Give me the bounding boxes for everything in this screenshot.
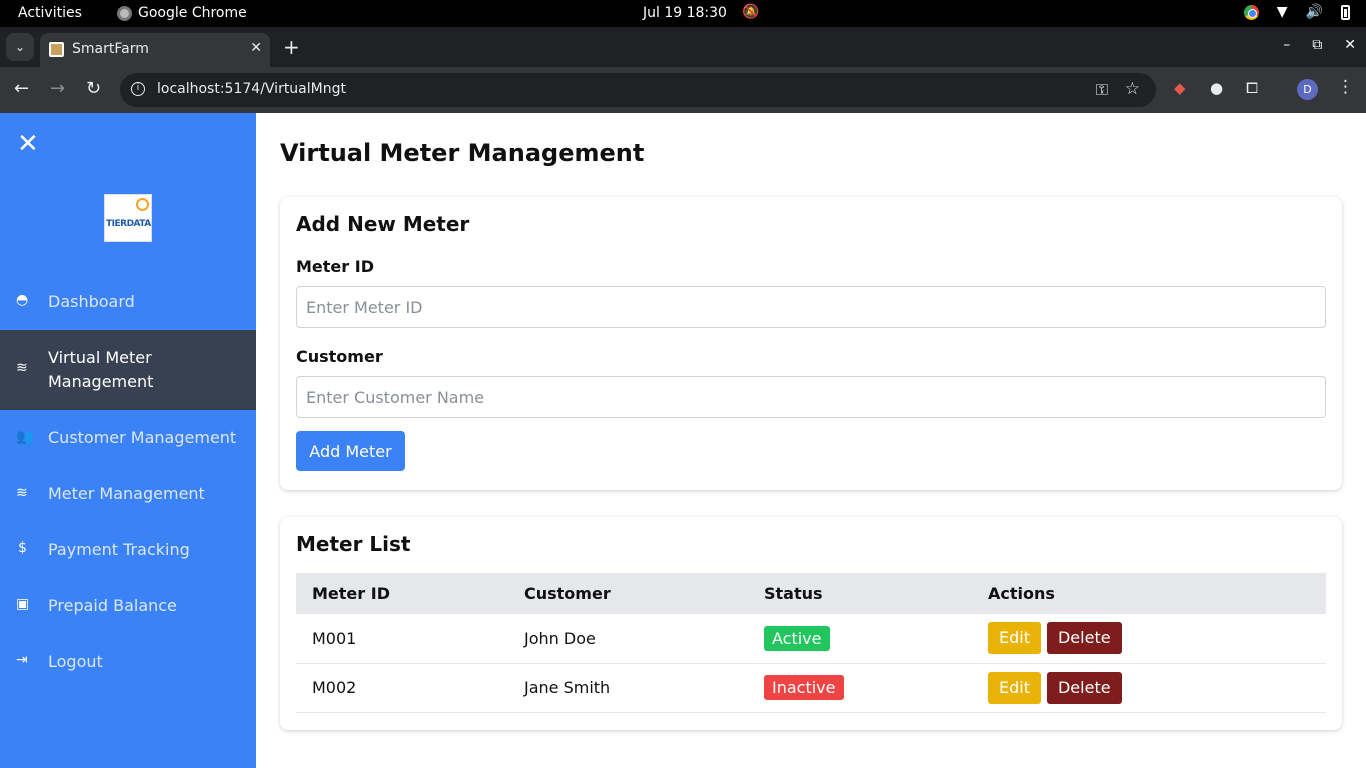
- sidebar-close-icon[interactable]: ✕: [17, 129, 39, 159]
- bookmark-star-icon[interactable]: ☆: [1125, 79, 1140, 99]
- column-header-status: Status: [764, 584, 823, 603]
- window-controls: – ⧉ ✕: [1283, 37, 1356, 53]
- app-name: Google Chrome: [138, 5, 247, 21]
- column-header-actions: Actions: [988, 584, 1055, 603]
- profile-avatar[interactable]: D: [1297, 79, 1318, 100]
- browser-tab[interactable]: SmartFarm ✕: [40, 33, 270, 67]
- os-top-bar: Activities Google Chrome Jul 19 18:30 🔕 …: [0, 0, 1366, 27]
- reload-icon[interactable]: ↻: [86, 78, 101, 99]
- sidebar-item-virtual-meter-management[interactable]: ≋ Virtual Meter Management: [0, 330, 256, 410]
- page-title: Virtual Meter Management: [280, 139, 645, 167]
- password-key-icon[interactable]: ⚿: [1096, 80, 1108, 100]
- sidebar-item-label: Payment Tracking: [48, 540, 190, 559]
- company-logo: TIERDATA: [104, 194, 152, 242]
- address-bar[interactable]: i localhost:5174/VirtualMngt ⚿ ☆: [120, 73, 1156, 107]
- sidebar: ✕ TIERDATA ◓ Dashboard ≋ Virtual Meter M…: [0, 113, 256, 768]
- meter-id-cell: M001: [296, 614, 508, 664]
- table-row: M002 Jane Smith Inactive Edit Delete: [296, 663, 1326, 713]
- actions-cell: Edit Delete: [972, 663, 1326, 713]
- wifi-icon: ▼: [1276, 4, 1288, 20]
- sidebar-item-meter-management[interactable]: ≋ Meter Management: [0, 474, 256, 514]
- edit-button[interactable]: Edit: [988, 671, 1041, 704]
- column-header-meter-id: Meter ID: [312, 584, 390, 603]
- sidebar-item-prepaid-balance[interactable]: ▣ Prepaid Balance: [0, 586, 256, 626]
- meter-list-card: Meter List Meter ID Customer Status Acti…: [280, 517, 1342, 730]
- add-meter-card: Add New Meter Meter ID Customer Add Mete…: [280, 197, 1342, 490]
- sidebar-item-label: Meter Management: [48, 484, 205, 503]
- tab-search-button[interactable]: ⌄: [6, 33, 34, 61]
- logout-icon: ⇥: [16, 652, 28, 668]
- favicon-icon: [49, 42, 64, 57]
- main-content: Virtual Meter Management Add New Meter M…: [256, 113, 1366, 768]
- sidebar-item-label: Customer Management: [48, 428, 237, 447]
- chrome-app-icon: [117, 5, 132, 21]
- dollar-icon: $: [18, 540, 27, 556]
- customer-input[interactable]: [296, 376, 1326, 418]
- sidebar-item-label: Dashboard: [48, 292, 135, 311]
- status-badge: Active: [764, 625, 830, 651]
- meter-id-cell: M002: [296, 663, 508, 713]
- browser-toolbar: ← → ↻ i localhost:5174/VirtualMngt ⚿ ☆ ◆…: [0, 67, 1366, 113]
- users-icon: 👥: [16, 429, 34, 445]
- logo-text: TIERDATA: [106, 219, 151, 229]
- activities-button[interactable]: Activities: [18, 5, 82, 21]
- extensions-puzzle-icon[interactable]: ⧠: [1246, 79, 1258, 97]
- sidebar-item-customer-management[interactable]: 👥 Customer Management: [0, 418, 256, 458]
- sidebar-item-payment-tracking[interactable]: $ Payment Tracking: [0, 530, 256, 570]
- clock[interactable]: Jul 19 18:30: [643, 5, 727, 21]
- delete-button[interactable]: Delete: [1046, 622, 1122, 655]
- system-tray[interactable]: ▼ 🔊: [1243, 4, 1350, 20]
- money-icon: ▣: [16, 596, 30, 612]
- chrome-tray-icon: [1243, 4, 1259, 20]
- site-info-icon[interactable]: i: [131, 82, 145, 96]
- meter-id-input[interactable]: [296, 286, 1326, 328]
- browser-tab-strip: ⌄ SmartFarm ✕ + – ⧉ ✕: [0, 27, 1366, 67]
- forward-icon[interactable]: →: [50, 78, 65, 99]
- status-badge: Inactive: [764, 675, 844, 700]
- meter-list-heading: Meter List: [296, 532, 411, 556]
- actions-cell: Edit Delete: [972, 614, 1326, 664]
- window-close-icon[interactable]: ✕: [1344, 37, 1356, 53]
- volume-icon: 🔊: [1305, 4, 1323, 20]
- logo-ring: [136, 198, 149, 211]
- maximize-icon[interactable]: ⧉: [1312, 37, 1322, 53]
- sidebar-item-logout[interactable]: ⇥ Logout: [0, 642, 256, 682]
- add-meter-heading: Add New Meter: [296, 212, 470, 236]
- tab-title: SmartFarm: [72, 41, 149, 57]
- extension-red-icon[interactable]: ◆: [1174, 79, 1186, 97]
- water-icon: ≋: [16, 360, 28, 376]
- table-row: M001 John Doe Active Edit Delete: [296, 614, 1326, 664]
- browser-menu-icon[interactable]: ⋮: [1337, 77, 1354, 97]
- sidebar-item-label: Virtual Meter Management: [48, 348, 154, 391]
- back-icon[interactable]: ←: [14, 78, 29, 99]
- sidebar-item-label: Prepaid Balance: [48, 596, 177, 615]
- url-text[interactable]: localhost:5174/VirtualMngt: [157, 81, 346, 97]
- extension-dark-icon[interactable]: ●: [1210, 79, 1223, 97]
- status-cell: Active: [748, 614, 972, 664]
- table-header-row: Meter ID Customer Status Actions: [296, 573, 1326, 614]
- edit-button[interactable]: Edit: [988, 622, 1041, 655]
- gauge-icon: ◓: [16, 292, 29, 308]
- meter-id-label: Meter ID: [296, 257, 374, 276]
- add-meter-button[interactable]: Add Meter: [296, 431, 405, 471]
- column-header-customer: Customer: [524, 584, 611, 603]
- meter-table: Meter ID Customer Status Actions M001 Jo…: [296, 573, 1326, 713]
- status-cell: Inactive: [748, 663, 972, 713]
- battery-icon: [1341, 4, 1350, 20]
- customer-cell: Jane Smith: [508, 663, 748, 713]
- customer-cell: John Doe: [508, 614, 748, 664]
- customer-label: Customer: [296, 347, 383, 366]
- delete-button[interactable]: Delete: [1046, 671, 1122, 704]
- sidebar-item-dashboard[interactable]: ◓ Dashboard: [0, 281, 256, 321]
- water-icon: ≋: [16, 485, 28, 501]
- app-menu[interactable]: Google Chrome: [117, 5, 247, 21]
- sidebar-item-label: Logout: [48, 652, 103, 671]
- tab-close-icon[interactable]: ✕: [250, 40, 262, 56]
- minimize-icon[interactable]: –: [1283, 37, 1290, 53]
- new-tab-button[interactable]: +: [283, 35, 300, 59]
- notifications-muted-icon: 🔕: [742, 4, 760, 20]
